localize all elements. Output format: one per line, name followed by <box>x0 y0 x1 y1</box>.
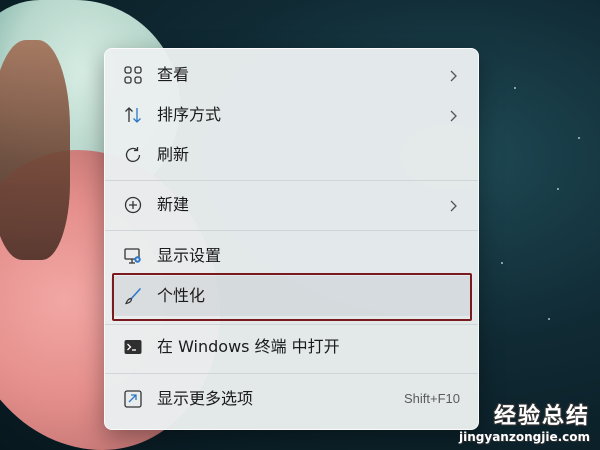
chevron-right-icon <box>446 68 460 82</box>
refresh-icon <box>124 146 142 164</box>
menu-separator <box>105 324 478 325</box>
terminal-icon <box>124 338 142 356</box>
menu-item-show-more-options[interactable]: 显示更多选项 Shift+F10 <box>111 379 472 419</box>
star <box>578 137 580 139</box>
sort-arrows-icon <box>124 106 142 124</box>
star <box>514 87 516 89</box>
menu-item-label: 刷新 <box>157 145 190 164</box>
annotation-highlight-box <box>112 273 472 321</box>
add-circle-icon <box>124 196 142 214</box>
menu-item-label: 显示设置 <box>157 246 222 265</box>
menu-item-refresh[interactable]: 刷新 <box>111 135 472 175</box>
menu-item-label: 新建 <box>157 195 190 214</box>
star <box>501 262 503 264</box>
chevron-right-icon <box>446 108 460 122</box>
more-options-icon <box>124 390 142 408</box>
menu-item-new[interactable]: 新建 <box>111 185 472 225</box>
grid-icon <box>124 66 142 84</box>
desktop-context-menu: 查看 排序方式 刷新 新建 显示设置 个性化 在 Windows 终端 中打开 … <box>104 48 479 430</box>
menu-item-view[interactable]: 查看 <box>111 55 472 95</box>
star <box>548 318 550 320</box>
watermark: 经验总结 jingyanzongjie.com <box>459 404 590 444</box>
menu-item-sort-by[interactable]: 排序方式 <box>111 95 472 135</box>
watermark-url: jingyanzongjie.com <box>459 430 590 444</box>
chevron-right-icon <box>446 198 460 212</box>
menu-item-label: 显示更多选项 <box>157 389 254 408</box>
menu-item-label: 在 Windows 终端 中打开 <box>157 337 340 356</box>
menu-separator <box>105 180 478 181</box>
display-settings-icon <box>124 247 142 265</box>
menu-separator <box>105 230 478 231</box>
menu-item-label: 排序方式 <box>157 105 222 124</box>
menu-item-open-in-terminal[interactable]: 在 Windows 终端 中打开 <box>111 327 472 367</box>
keyboard-shortcut: Shift+F10 <box>403 391 460 406</box>
wallpaper-art-figure <box>0 40 70 260</box>
menu-item-display-settings[interactable]: 显示设置 <box>111 236 472 276</box>
menu-separator <box>105 373 478 374</box>
star <box>557 188 559 190</box>
menu-item-label: 查看 <box>157 65 190 84</box>
watermark-text: 经验总结 <box>493 404 590 429</box>
